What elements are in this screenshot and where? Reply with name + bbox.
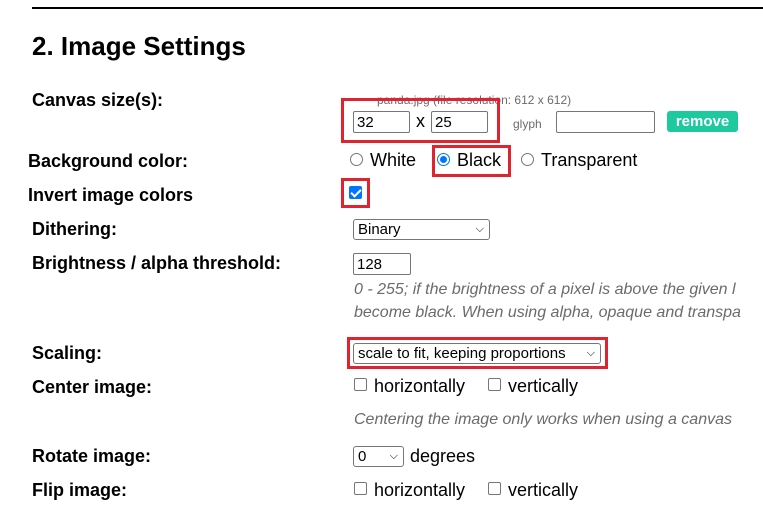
scaling-label: Scaling: xyxy=(32,343,103,363)
flip-vertical-label[interactable]: vertically xyxy=(508,480,578,501)
brightness-input[interactable] xyxy=(353,253,411,275)
scaling-highlight xyxy=(347,337,608,369)
background-transparent-radio[interactable] xyxy=(521,153,534,166)
background-white-label[interactable]: White xyxy=(370,150,416,171)
glyph-label: glyph xyxy=(513,117,542,131)
background-color-label: Background color: xyxy=(28,151,189,171)
chevron-down-icon: ⌵ xyxy=(475,223,484,235)
center-horizontal-label[interactable]: horizontally xyxy=(374,376,465,397)
flip-horizontal-label[interactable]: horizontally xyxy=(374,480,465,501)
glyph-input[interactable] xyxy=(556,111,655,133)
flip-image-label: Flip image: xyxy=(32,480,128,500)
brightness-label: Brightness / alpha threshold: xyxy=(32,253,282,273)
flip-horizontal-checkbox[interactable] xyxy=(354,482,367,495)
center-image-label: Center image: xyxy=(32,377,153,397)
rotate-image-label: Rotate image: xyxy=(32,446,152,466)
background-black-highlight xyxy=(432,145,511,177)
center-image-hint: Centering the image only works when usin… xyxy=(354,411,732,428)
section-divider xyxy=(32,7,763,9)
dithering-value: Binary xyxy=(358,221,401,238)
background-white-radio[interactable] xyxy=(350,153,363,166)
dithering-select[interactable]: Binary ⌵ xyxy=(353,219,490,240)
brightness-hint-line2: become black. When using alpha, opaque a… xyxy=(354,304,741,321)
center-horizontal-checkbox[interactable] xyxy=(354,378,367,391)
center-vertical-checkbox[interactable] xyxy=(488,378,501,391)
rotate-value: 0 xyxy=(358,448,367,465)
canvas-size-highlight xyxy=(341,98,500,143)
chevron-down-icon: ⌵ xyxy=(389,450,398,462)
invert-colors-label: Invert image colors xyxy=(28,185,194,205)
canvas-size-label: Canvas size(s): xyxy=(32,90,164,110)
flip-vertical-checkbox[interactable] xyxy=(488,482,501,495)
rotate-unit-label: degrees xyxy=(410,446,476,466)
background-transparent-label[interactable]: Transparent xyxy=(541,150,637,171)
brightness-hint-line1: 0 - 255; if the brightness of a pixel is… xyxy=(354,281,736,298)
section-title: 2. Image Settings xyxy=(32,31,246,61)
center-vertical-label[interactable]: vertically xyxy=(508,376,578,397)
rotate-select[interactable]: 0 ⌵ xyxy=(353,446,404,467)
remove-button[interactable]: remove xyxy=(667,111,738,132)
dithering-label: Dithering: xyxy=(32,219,117,239)
invert-colors-highlight xyxy=(341,178,370,208)
